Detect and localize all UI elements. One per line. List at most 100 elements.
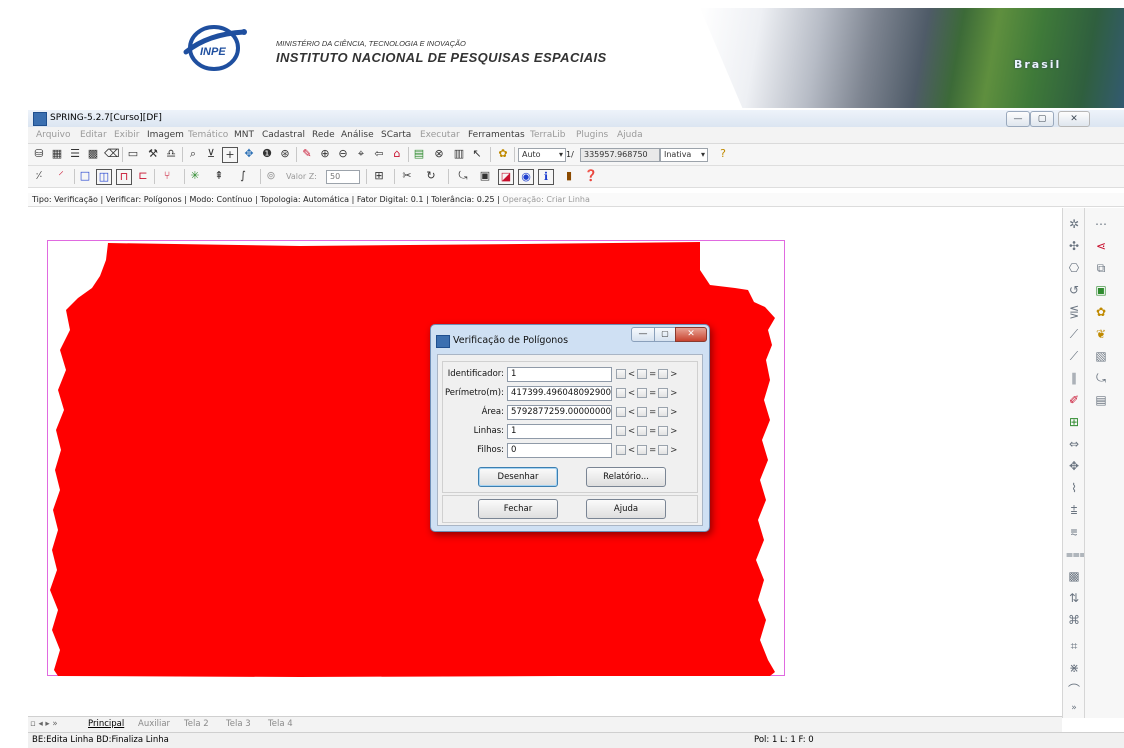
verificacao-poligonos-dialog[interactable]: Verificação de Polígonos — ▢ ✕ Identific… bbox=[430, 324, 710, 532]
shape-edit-icon[interactable]: ⋖ bbox=[1093, 238, 1109, 254]
extend-icon[interactable]: ⟋ bbox=[1066, 348, 1082, 364]
menu-mnt[interactable]: MNT bbox=[234, 130, 254, 140]
zoom-out-icon[interactable]: ⊖ bbox=[336, 147, 350, 161]
spread-icon[interactable]: ⋇ bbox=[1066, 660, 1082, 676]
menu-cadastral[interactable]: Cadastral bbox=[262, 130, 305, 140]
curve-icon[interactable]: ∫ bbox=[236, 169, 250, 183]
copy-icon[interactable]: ⧉ bbox=[1093, 260, 1109, 276]
grid-points-icon[interactable]: ⊞ bbox=[1066, 414, 1082, 430]
category-icon[interactable]: ☰ bbox=[68, 147, 82, 161]
zoom-in-icon[interactable]: ⊕ bbox=[318, 147, 332, 161]
area-comparators[interactable]: < = > bbox=[614, 407, 677, 418]
menu-editar[interactable]: Editar bbox=[80, 130, 107, 140]
relatorio-button[interactable]: Relatório... bbox=[586, 467, 666, 487]
add-point-icon[interactable]: ✣ bbox=[1066, 238, 1082, 254]
window-titlebar[interactable]: SPRING-5.2.7[Curso][DF] — ▢ ✕ bbox=[28, 110, 1124, 128]
node-icon[interactable]: ⸓ bbox=[32, 169, 46, 183]
desenhar-button[interactable]: Desenhar bbox=[478, 467, 558, 487]
eraser-icon[interactable]: ⌫ bbox=[104, 147, 120, 161]
zoom-prev-icon[interactable]: ⌖ bbox=[354, 147, 368, 161]
menu-tematico[interactable]: Temático bbox=[188, 130, 228, 140]
filhos-comparators[interactable]: < = > bbox=[614, 445, 677, 456]
tab-tela-2[interactable]: Tela 2 bbox=[184, 719, 209, 729]
scroll-down-icon[interactable]: » bbox=[1066, 700, 1082, 716]
pencil-icon[interactable]: ✎ bbox=[300, 147, 314, 161]
rect-icon[interactable]: ▭ bbox=[126, 147, 140, 161]
select-region-icon[interactable]: ◪ bbox=[498, 169, 514, 185]
tab-tela-3[interactable]: Tela 3 bbox=[226, 719, 251, 729]
filhos-field[interactable]: 0 bbox=[507, 443, 612, 458]
tools-icon[interactable]: ✂ bbox=[400, 169, 414, 183]
dialog-maximize-button[interactable]: ▢ bbox=[654, 327, 676, 342]
perimetro-field[interactable]: 417399.4960480929000 bbox=[507, 386, 612, 401]
database-icon[interactable]: ⛁ bbox=[32, 147, 46, 161]
tab-principal[interactable]: Principal bbox=[88, 719, 124, 729]
menu-imagem[interactable]: Imagem bbox=[147, 130, 184, 140]
grid-icon[interactable]: ▩ bbox=[86, 147, 100, 161]
zoom-icon[interactable]: ⌕ bbox=[186, 147, 200, 161]
align-icon[interactable]: ⩶ bbox=[1066, 546, 1087, 562]
vertical-move-icon[interactable]: ⇅ bbox=[1066, 590, 1082, 606]
cursor-mode-select[interactable]: Inativa bbox=[660, 148, 708, 162]
menu-arquivo[interactable]: Arquivo bbox=[36, 130, 70, 140]
move-point-icon[interactable]: ⎔ bbox=[1066, 260, 1082, 276]
dialog-minimize-button[interactable]: — bbox=[631, 327, 655, 342]
image-icon[interactable]: ▣ bbox=[1093, 282, 1109, 298]
menu-ajuda[interactable]: Ajuda bbox=[617, 130, 643, 140]
fork-icon[interactable]: ⑂ bbox=[160, 169, 174, 183]
undo-icon[interactable]: ⤿ bbox=[456, 169, 470, 183]
book-icon[interactable]: ▮ bbox=[562, 169, 576, 183]
dotted-line-icon[interactable]: ⋯ bbox=[1093, 216, 1109, 232]
map-icon[interactable]: ❦ bbox=[1093, 326, 1109, 342]
split-icon[interactable]: ⋚ bbox=[1066, 304, 1082, 320]
menu-ferramentas[interactable]: Ferramentas bbox=[468, 130, 525, 140]
help-icon[interactable]: ? bbox=[716, 147, 730, 161]
menu-scarta[interactable]: SCarta bbox=[381, 130, 411, 140]
save-icon[interactable]: ▤ bbox=[1093, 392, 1109, 408]
menu-exibir[interactable]: Exibir bbox=[114, 130, 139, 140]
geo-icon[interactable]: ◉ bbox=[518, 169, 534, 185]
palette-icon[interactable]: ✿ bbox=[1093, 304, 1109, 320]
merge-icon[interactable]: ⩲ bbox=[1066, 502, 1082, 518]
refresh-icon[interactable]: ↻ bbox=[424, 169, 438, 183]
tab-tela-4[interactable]: Tela 4 bbox=[268, 719, 293, 729]
perimetro-comparators[interactable]: < = > bbox=[614, 388, 677, 399]
menu-plugins[interactable]: Plugins bbox=[576, 130, 608, 140]
rect-tool-icon[interactable]: □ bbox=[78, 169, 92, 183]
parallel-icon[interactable]: ∥ bbox=[1066, 370, 1082, 386]
z-value-field[interactable]: 50 bbox=[326, 170, 360, 184]
close-button[interactable]: ✕ bbox=[1058, 111, 1090, 127]
camera-icon[interactable]: ⊚ bbox=[264, 169, 278, 183]
save-icon[interactable]: ▣ bbox=[478, 169, 492, 183]
pattern-icon[interactable]: ▩ bbox=[1066, 568, 1082, 584]
menu-rede[interactable]: Rede bbox=[312, 130, 335, 140]
help-icon[interactable]: ❓ bbox=[584, 169, 598, 183]
back-icon[interactable]: ⇦ bbox=[372, 147, 386, 161]
reshape-icon[interactable]: ⌇ bbox=[1066, 480, 1082, 496]
tab-nav-icons[interactable]: ▫ ◂ ▸ » bbox=[30, 719, 58, 729]
grid-tool-icon[interactable]: ⊞ bbox=[372, 169, 386, 183]
identificador-field[interactable]: 1 bbox=[507, 367, 612, 382]
poly-edit-icon[interactable]: ⊓ bbox=[116, 169, 132, 185]
move-all-icon[interactable]: ✥ bbox=[1066, 458, 1082, 474]
snap-point-icon[interactable]: ✲ bbox=[1066, 216, 1082, 232]
info-tool-icon[interactable]: ℹ bbox=[538, 169, 554, 185]
linhas-comparators[interactable]: < = > bbox=[614, 426, 677, 437]
scale-mode-select[interactable]: Auto bbox=[518, 148, 566, 162]
rotate-icon[interactable]: ↺ bbox=[1066, 282, 1082, 298]
texture-icon[interactable]: ▧ bbox=[1093, 348, 1109, 364]
tab-auxiliar[interactable]: Auxiliar bbox=[138, 719, 170, 729]
line-icon[interactable]: ⸍ bbox=[54, 169, 68, 183]
join-icon[interactable]: ⟋ bbox=[1066, 326, 1082, 342]
polygon-tool-icon[interactable]: ◫ bbox=[96, 169, 112, 185]
symbol-icon[interactable]: ⌘ bbox=[1066, 612, 1082, 628]
cluster-icon[interactable]: ⌗ bbox=[1066, 638, 1082, 654]
pan-icon[interactable]: ⊛ bbox=[278, 147, 292, 161]
ajuda-button[interactable]: Ajuda bbox=[586, 499, 666, 519]
linhas-field[interactable]: 1 bbox=[507, 424, 612, 439]
info-icon[interactable]: ❶ bbox=[260, 147, 274, 161]
measure-icon[interactable]: ⊗ bbox=[432, 147, 446, 161]
table-icon[interactable]: ▥ bbox=[452, 147, 466, 161]
layers-icon[interactable]: ▤ bbox=[412, 147, 426, 161]
move-icon[interactable]: ✥ bbox=[242, 147, 256, 161]
